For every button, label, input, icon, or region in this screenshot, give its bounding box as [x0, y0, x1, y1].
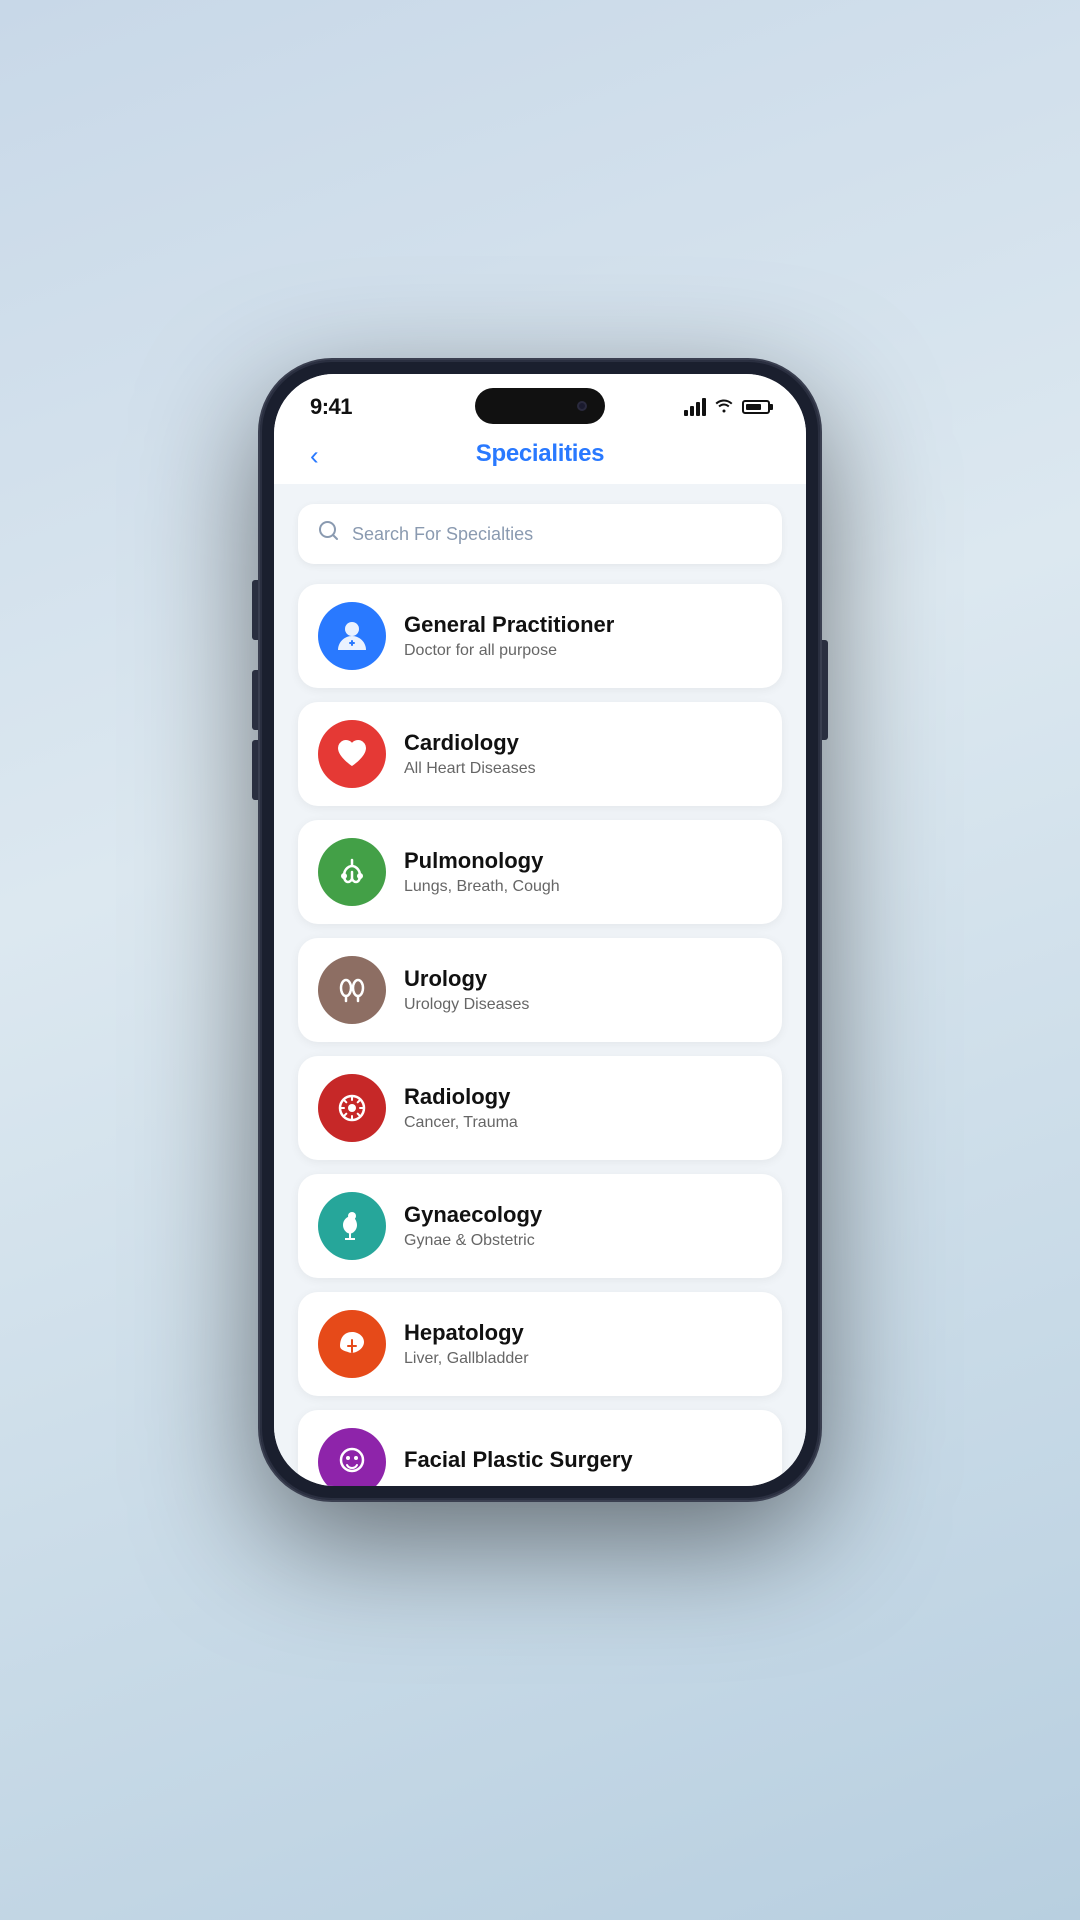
- status-icons: [684, 397, 770, 418]
- specialty-card-general-practitioner[interactable]: General Practitioner Doctor for all purpo…: [298, 584, 782, 688]
- signal-bars-icon: [684, 398, 706, 416]
- general-practitioner-name: General Practitioner: [404, 612, 762, 638]
- specialty-card-cardiology[interactable]: Cardiology All Heart Diseases: [298, 702, 782, 806]
- radiology-desc: Cancer, Trauma: [404, 1114, 762, 1132]
- general-practitioner-info: General Practitioner Doctor for all purpo…: [404, 612, 762, 660]
- search-bar[interactable]: Search For Specialties: [298, 504, 782, 564]
- facial-plastic-surgery-name: Facial Plastic Surgery: [404, 1447, 762, 1473]
- battery-icon: [742, 400, 770, 414]
- cardiology-info: Cardiology All Heart Diseases: [404, 730, 762, 778]
- status-time: 9:41: [310, 394, 352, 420]
- facial-plastic-surgery-info: Facial Plastic Surgery: [404, 1447, 762, 1477]
- specialty-card-hepatology[interactable]: Hepatology Liver, Gallbladder: [298, 1292, 782, 1396]
- specialty-card-pulmonology[interactable]: Pulmonology Lungs, Breath, Cough: [298, 820, 782, 924]
- search-placeholder: Search For Specialties: [352, 524, 533, 545]
- specialty-card-gynaecology[interactable]: Gynaecology Gynae & Obstetric: [298, 1174, 782, 1278]
- urology-info: Urology Urology Diseases: [404, 966, 762, 1014]
- radiology-name: Radiology: [404, 1084, 762, 1110]
- search-icon: [318, 520, 340, 548]
- specialty-list: General Practitioner Doctor for all purpo…: [298, 584, 782, 1486]
- wifi-icon: [714, 397, 734, 418]
- facial-plastic-surgery-icon: [318, 1428, 386, 1486]
- gynaecology-info: Gynaecology Gynae & Obstetric: [404, 1202, 762, 1250]
- radiology-info: Radiology Cancer, Trauma: [404, 1084, 762, 1132]
- dynamic-island: [475, 388, 605, 424]
- hepatology-desc: Liver, Gallbladder: [404, 1350, 762, 1368]
- scroll-content[interactable]: Search For Specialties General Practitio…: [274, 484, 806, 1486]
- phone-screen: 9:41 ‹ Specialities: [274, 374, 806, 1486]
- general-practitioner-icon: [318, 602, 386, 670]
- pulmonology-icon: [318, 838, 386, 906]
- page-title: Specialities: [476, 440, 604, 468]
- camera-dot: [577, 401, 587, 411]
- gynaecology-icon: [318, 1192, 386, 1260]
- specialty-card-facial-plastic-surgery[interactable]: Facial Plastic Surgery: [298, 1410, 782, 1486]
- gynaecology-name: Gynaecology: [404, 1202, 762, 1228]
- urology-desc: Urology Diseases: [404, 996, 762, 1014]
- hepatology-info: Hepatology Liver, Gallbladder: [404, 1320, 762, 1368]
- urology-icon: [318, 956, 386, 1024]
- pulmonology-name: Pulmonology: [404, 848, 762, 874]
- pulmonology-info: Pulmonology Lungs, Breath, Cough: [404, 848, 762, 896]
- radiology-icon: [318, 1074, 386, 1142]
- pulmonology-desc: Lungs, Breath, Cough: [404, 878, 762, 896]
- nav-bar: ‹ Specialities: [274, 428, 806, 484]
- cardiology-name: Cardiology: [404, 730, 762, 756]
- cardiology-desc: All Heart Diseases: [404, 760, 762, 778]
- urology-name: Urology: [404, 966, 762, 992]
- general-practitioner-desc: Doctor for all purpose: [404, 642, 762, 660]
- cardiology-icon: [318, 720, 386, 788]
- back-button[interactable]: ‹: [310, 441, 319, 472]
- specialty-card-radiology[interactable]: Radiology Cancer, Trauma: [298, 1056, 782, 1160]
- hepatology-name: Hepatology: [404, 1320, 762, 1346]
- gynaecology-desc: Gynae & Obstetric: [404, 1232, 762, 1250]
- phone-wrapper: 9:41 ‹ Specialities: [260, 360, 820, 1500]
- hepatology-icon: [318, 1310, 386, 1378]
- specialty-card-urology[interactable]: Urology Urology Diseases: [298, 938, 782, 1042]
